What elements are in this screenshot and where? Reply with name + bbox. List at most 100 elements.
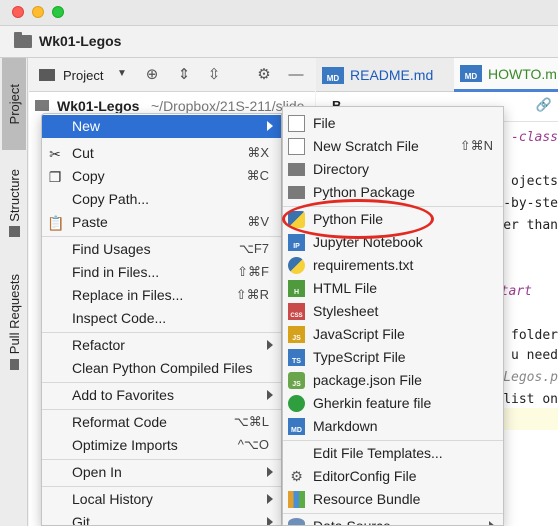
project-view-selector[interactable]: Project	[63, 68, 103, 83]
menu-item-copy[interactable]: ❐ Copy ⌘C	[42, 165, 281, 188]
menu-item-label: Find in Files...	[72, 264, 160, 280]
menu-item-copy-path[interactable]: Copy Path...	[42, 188, 281, 211]
tab-readme[interactable]: MD README.md	[316, 58, 454, 92]
menu-item-label: Reformat Code	[72, 414, 167, 430]
menu-separator	[42, 409, 281, 410]
submenu-item-new-scratch-file[interactable]: New Scratch File ⇧⌘N	[283, 135, 503, 158]
submenu-item-label: New Scratch File	[313, 138, 419, 154]
menu-separator	[42, 236, 281, 237]
folder-icon	[35, 100, 49, 111]
submenu-item-label: Markdown	[313, 418, 378, 434]
menu-item-clean-python-compiled[interactable]: Clean Python Compiled Files	[42, 357, 281, 380]
menu-item-refactor[interactable]: Refactor	[42, 334, 281, 357]
submenu-item-stylesheet[interactable]: CSS Stylesheet	[283, 300, 503, 323]
submenu-item-gherkin[interactable]: Gherkin feature file	[283, 392, 503, 415]
menu-item-label: Find Usages	[72, 241, 151, 257]
menu-separator	[283, 440, 503, 441]
tool-tab-structure[interactable]: Structure	[2, 158, 26, 248]
editor-line: u need	[511, 348, 558, 363]
scratch-file-icon	[288, 138, 305, 155]
menu-item-inspect-code[interactable]: Inspect Code...	[42, 307, 281, 330]
submenu-arrow-icon	[267, 467, 273, 477]
breadcrumb-project[interactable]: Wk01-Legos	[39, 33, 121, 49]
jupyter-icon: IP	[288, 234, 305, 251]
menu-item-label: New	[72, 118, 101, 134]
nodejs-icon: JS	[288, 372, 305, 389]
pull-request-icon	[9, 358, 19, 370]
copy-icon: ❐	[48, 169, 62, 185]
menu-item-add-to-favorites[interactable]: Add to Favorites	[42, 384, 281, 407]
submenu-item-file[interactable]: File	[283, 112, 503, 135]
editor-line: er than	[503, 218, 558, 233]
link-icon[interactable]: 🔗	[536, 97, 552, 113]
left-tool-strip: Project Structure Pull Requests	[0, 58, 28, 526]
menu-item-label: Replace in Files...	[72, 287, 184, 303]
menu-separator	[42, 459, 281, 460]
submenu-item-package-json[interactable]: JS package.json File	[283, 369, 503, 392]
collapse-all-icon[interactable]: ⇳	[205, 66, 223, 84]
menu-item-replace-in-files[interactable]: Replace in Files... ⇧⌘R	[42, 284, 281, 307]
submenu-item-directory[interactable]: Directory	[283, 158, 503, 181]
submenu-item-label: requirements.txt	[313, 257, 414, 273]
shortcut: ⇧⌘N	[459, 138, 493, 153]
structure-icon	[8, 225, 20, 237]
menu-item-label: Paste	[72, 214, 108, 230]
shortcut: ⌘V	[247, 214, 269, 229]
submenu-item-markdown[interactable]: MD Markdown	[283, 415, 503, 438]
menu-item-label: Refactor	[72, 337, 125, 353]
submenu-item-label: JavaScript File	[313, 326, 405, 342]
menu-item-find-in-files[interactable]: Find in Files... ⇧⌘F	[42, 261, 281, 284]
menu-item-label: Optimize Imports	[72, 437, 178, 453]
menu-item-cut[interactable]: ✂ Cut ⌘X	[42, 142, 281, 165]
submenu-item-label: Directory	[313, 161, 370, 177]
menu-item-local-history[interactable]: Local History	[42, 488, 281, 511]
menu-item-git[interactable]: Git	[42, 511, 281, 525]
tool-tab-pull-requests-label: Pull Requests	[6, 274, 22, 355]
menu-item-reformat-code[interactable]: Reformat Code ⌥⌘L	[42, 411, 281, 434]
menu-item-label: Clean Python Compiled Files	[72, 360, 253, 376]
project-panel-header: Project ▼ ⊕ ⇕ ⇳ ⚙ —	[29, 58, 315, 92]
submenu-item-label: File	[313, 115, 336, 131]
close-window-button[interactable]	[12, 6, 24, 18]
submenu-item-typescript-file[interactable]: TS TypeScript File	[283, 346, 503, 369]
tab-howto[interactable]: MD HOWTO.m	[454, 58, 558, 92]
editor-line: list on	[503, 392, 558, 407]
hide-panel-icon[interactable]: —	[287, 66, 305, 84]
menu-separator	[42, 382, 281, 383]
shortcut: ^⌥O	[237, 437, 269, 452]
minimize-window-button[interactable]	[32, 6, 44, 18]
submenu-item-html-file[interactable]: H HTML File	[283, 277, 503, 300]
editor-tabs: MD README.md MD HOWTO.m	[316, 58, 558, 92]
menu-item-find-usages[interactable]: Find Usages ⌥F7	[42, 238, 281, 261]
shortcut: ⇧⌘F	[237, 264, 269, 279]
menu-separator	[42, 486, 281, 487]
menu-item-new[interactable]: New	[42, 115, 281, 138]
submenu-item-editorconfig[interactable]: ⚙ EditorConfig File	[283, 465, 503, 488]
menu-item-open-in[interactable]: Open In	[42, 461, 281, 484]
file-icon	[288, 115, 305, 132]
python-package-icon	[288, 186, 305, 199]
submenu-item-javascript-file[interactable]: JS JavaScript File	[283, 323, 503, 346]
chevron-down-icon[interactable]: ▼	[117, 68, 127, 79]
submenu-item-edit-file-templates[interactable]: Edit File Templates...	[283, 442, 503, 465]
submenu-item-requirements[interactable]: requirements.txt	[283, 254, 503, 277]
submenu-item-label: HTML File	[313, 280, 378, 296]
database-icon	[288, 518, 305, 525]
zoom-window-button[interactable]	[52, 6, 64, 18]
tool-tab-project[interactable]: Project	[2, 58, 26, 150]
gear-icon[interactable]: ⚙	[255, 66, 273, 84]
menu-item-paste[interactable]: 📋 Paste ⌘V	[42, 211, 281, 234]
editor-line: -class	[511, 130, 558, 145]
submenu-item-data-source[interactable]: Data Source	[283, 515, 503, 525]
tool-tab-pull-requests[interactable]: Pull Requests	[2, 262, 26, 382]
menu-item-label: Inspect Code...	[72, 310, 167, 326]
shortcut: ⌥F7	[238, 241, 269, 256]
locate-icon[interactable]: ⊕	[143, 66, 161, 84]
css-icon: CSS	[288, 303, 305, 320]
expand-all-icon[interactable]: ⇕	[175, 66, 193, 84]
submenu-item-resource-bundle[interactable]: Resource Bundle	[283, 488, 503, 511]
shortcut: ⇧⌘R	[235, 287, 269, 302]
submenu-item-label: Python Package	[313, 184, 415, 200]
menu-item-optimize-imports[interactable]: Optimize Imports ^⌥O	[42, 434, 281, 457]
shortcut: ⌘C	[246, 168, 269, 183]
